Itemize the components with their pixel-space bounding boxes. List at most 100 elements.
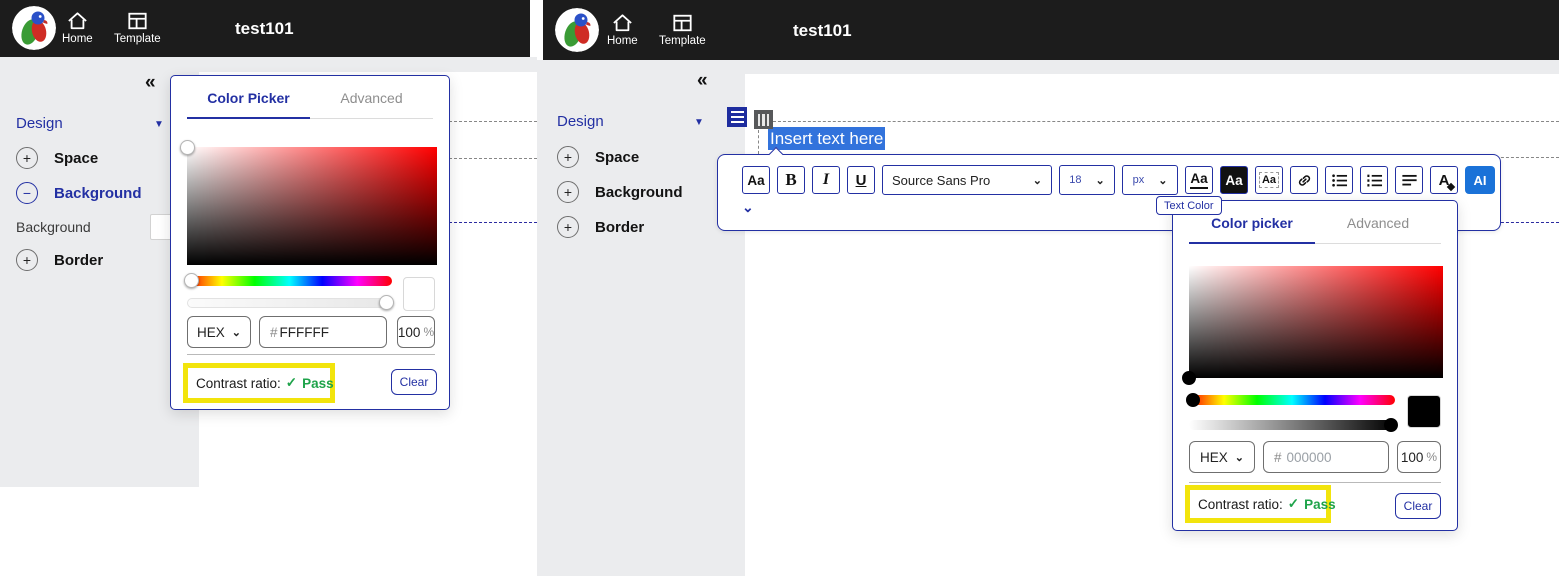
selected-text[interactable]: Insert text here: [768, 127, 886, 150]
tab-advanced[interactable]: Advanced: [310, 90, 433, 119]
contrast-ratio-highlight: Contrast ratio: ✓ Pass: [183, 363, 335, 403]
tab-advanced[interactable]: Advanced: [1315, 215, 1441, 244]
align-left-icon: [1401, 174, 1417, 185]
text-color-label: Aa: [1190, 171, 1208, 189]
color-picker-popup: Color picker Advanced HEX ⌄ # 000000 100…: [1172, 200, 1458, 531]
block-menu-button[interactable]: [727, 107, 747, 127]
background-property-label: Background: [16, 219, 91, 235]
bullet-list-button[interactable]: [1325, 166, 1353, 194]
saturation-gradient[interactable]: [180, 140, 437, 265]
sidebar-item-space[interactable]: + Space: [16, 147, 98, 169]
hue-handle[interactable]: [184, 273, 199, 288]
sidebar-collapse-button[interactable]: «: [697, 70, 708, 92]
design-caret-icon[interactable]: ▼: [694, 117, 704, 128]
text-style-button[interactable]: Aa: [742, 166, 770, 194]
clear-format-button[interactable]: Aa: [1255, 166, 1283, 194]
home-icon: [611, 13, 634, 33]
expand-plus-icon[interactable]: +: [557, 216, 579, 238]
topbar: Home Template test101: [0, 0, 530, 57]
editor-panel-left: Home Template test101 « Design ▼ + Space: [0, 0, 537, 576]
font-unit-value: px: [1132, 174, 1145, 186]
opacity-unit: %: [423, 325, 435, 339]
color-format-select[interactable]: HEX ⌄: [1189, 441, 1255, 473]
font-unit-select[interactable]: px ⌄: [1122, 165, 1178, 195]
tab-color-picker[interactable]: Color picker: [1189, 215, 1315, 244]
contrast-status: Pass: [1304, 496, 1336, 512]
nav-template[interactable]: Template: [659, 13, 706, 47]
picker-divider: [187, 354, 435, 355]
sidebar-item-space[interactable]: + Space: [557, 146, 639, 168]
opacity-slider[interactable]: [187, 295, 394, 310]
link-button[interactable]: [1290, 166, 1318, 194]
sidebar-section-design[interactable]: Design: [557, 113, 604, 130]
sidebar-item-background[interactable]: − Background: [16, 182, 142, 204]
document-title: test101: [235, 19, 294, 38]
gradient-handle[interactable]: [1182, 371, 1196, 385]
parrot-icon: [555, 8, 599, 52]
expand-plus-icon[interactable]: +: [557, 146, 579, 168]
font-size-select[interactable]: 18 ⌄: [1059, 165, 1115, 195]
color-format-value: HEX: [197, 324, 225, 340]
align-button[interactable]: [1395, 166, 1423, 194]
expand-plus-icon[interactable]: +: [16, 249, 38, 271]
drag-handle[interactable]: [754, 110, 773, 129]
text-color-tooltip: Text Color: [1156, 196, 1222, 215]
clear-button[interactable]: Clear: [391, 369, 437, 395]
font-family-value: Source Sans Pro: [892, 172, 991, 188]
sidebar-collapse-button[interactable]: «: [145, 72, 156, 94]
sidebar-item-background[interactable]: + Background: [557, 181, 683, 203]
expand-plus-icon[interactable]: +: [16, 147, 38, 169]
collapse-minus-icon[interactable]: −: [16, 182, 38, 204]
saturation-gradient[interactable]: [1182, 266, 1443, 385]
font-family-select[interactable]: Source Sans Pro ⌄: [882, 165, 1052, 195]
opacity-percent-input[interactable]: 100 %: [397, 316, 435, 348]
underline-button[interactable]: U: [847, 166, 875, 194]
gradient-handle[interactable]: [180, 140, 195, 155]
opacity-percent-input[interactable]: 100 %: [1397, 441, 1441, 473]
hex-value-input[interactable]: # FFFFFF: [259, 316, 387, 348]
color-picker-popup: Color Picker Advanced HEX ⌄ # FFFFFF 100…: [170, 75, 450, 410]
numbered-list-button[interactable]: [1360, 166, 1388, 194]
font-edit-button[interactable]: A: [1430, 166, 1458, 194]
sidebar-item-label: Border: [54, 251, 104, 269]
nav-home[interactable]: Home: [607, 13, 638, 47]
check-icon: ✓: [285, 375, 298, 390]
hue-handle[interactable]: [1186, 393, 1200, 407]
toolbar-expand-chevron[interactable]: ⌄: [742, 199, 754, 216]
nav-template[interactable]: Template: [114, 11, 161, 45]
expand-plus-icon[interactable]: +: [557, 181, 579, 203]
opacity-value: 100: [397, 324, 421, 340]
opacity-handle[interactable]: [1384, 418, 1398, 432]
opacity-handle[interactable]: [379, 295, 394, 310]
nav-home-label: Home: [607, 35, 638, 47]
chevron-down-icon: ⌄: [1032, 174, 1042, 187]
opacity-slider[interactable]: [1189, 418, 1398, 432]
nav-home[interactable]: Home: [62, 11, 93, 45]
chevron-down-icon: ⌄: [1158, 174, 1168, 187]
color-format-select[interactable]: HEX ⌄: [187, 316, 251, 348]
pen-nib-icon: [1446, 182, 1456, 192]
ai-button[interactable]: AI: [1465, 166, 1495, 194]
italic-button[interactable]: I: [812, 166, 840, 194]
design-caret-icon[interactable]: ▼: [154, 119, 164, 130]
chevron-down-icon: ⌄: [231, 326, 241, 339]
hex-value-input[interactable]: # 000000: [1263, 441, 1389, 473]
bold-button[interactable]: B: [777, 166, 805, 194]
sidebar-item-border[interactable]: + Border: [16, 249, 103, 271]
app-logo-parrot[interactable]: [555, 8, 599, 52]
sidebar-section-design[interactable]: Design: [16, 115, 63, 132]
tab-color-picker[interactable]: Color Picker: [187, 90, 310, 119]
text-color-button[interactable]: Aa: [1185, 166, 1213, 194]
chevron-down-icon: ⌄: [1095, 174, 1105, 187]
check-icon: ✓: [1287, 496, 1300, 511]
sidebar-item-border[interactable]: + Border: [557, 216, 644, 238]
sidebar-item-label: Border: [595, 218, 645, 236]
fill-color-button[interactable]: Aa: [1220, 166, 1248, 194]
contrast-status: Pass: [302, 375, 334, 391]
app-logo-parrot[interactable]: [12, 6, 56, 50]
clear-button[interactable]: Clear: [1395, 493, 1441, 519]
hue-slider[interactable]: [1186, 393, 1395, 407]
block-boundary-dashed-vertical: [758, 130, 759, 154]
hue-slider[interactable]: [184, 273, 392, 288]
hex-prefix: #: [270, 324, 278, 340]
